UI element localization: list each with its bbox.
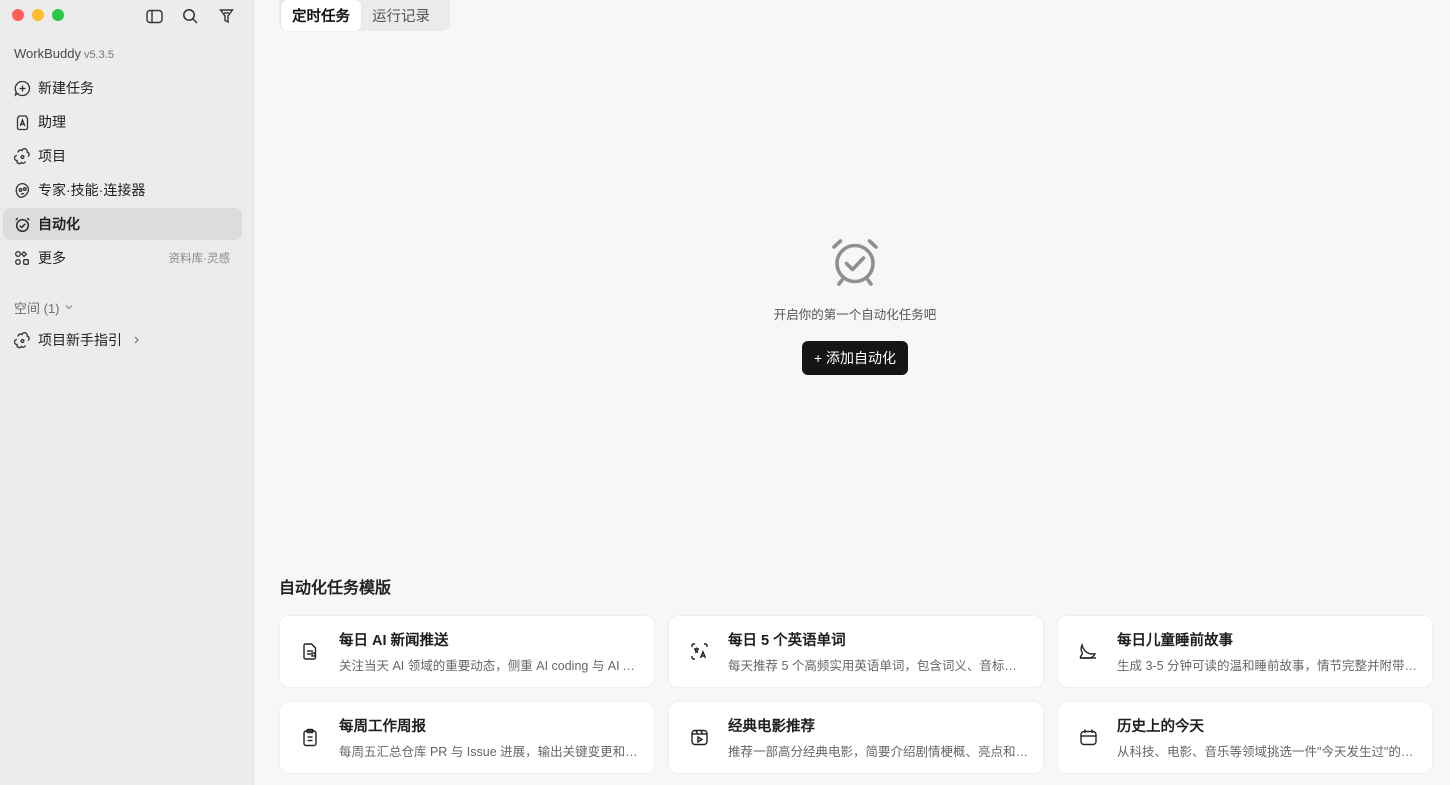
sidebar-item-experts[interactable]: 专家·技能·连接器 [3, 174, 242, 206]
template-card-desc: 每周五汇总仓库 PR 与 Issue 进展，输出关键变更和待办 [339, 745, 640, 759]
empty-state: 开启你的第一个自动化任务吧 + 添加自动化 [745, 236, 965, 375]
space-section-label: 空间 (1) [14, 301, 60, 316]
sidebar-toolbar [144, 6, 236, 26]
sidebar-nav: 新建任务 助理 项目 专家·技能·连接器 自动化 更多 资料库·灵感 [3, 72, 242, 276]
chevron-right-icon [132, 335, 141, 345]
assistant-icon [13, 113, 31, 131]
sidebar-item-automation[interactable]: 自动化 [3, 208, 242, 240]
tab-scheduled-tasks[interactable]: 定时任务 [281, 0, 361, 31]
template-card[interactable]: 每日儿童睡前故事 生成 3-5 分钟可读的温和睡前故事，情节完整并附带寓意 [1057, 615, 1433, 688]
sidebar-item-label: 助理 [38, 114, 66, 130]
space-item-label: 项目新手指引 [38, 332, 122, 348]
filter-icon[interactable] [216, 6, 236, 26]
template-card-desc: 生成 3-5 分钟可读的温和睡前故事，情节完整并附带寓意 [1117, 659, 1418, 673]
calendar-icon [1078, 728, 1098, 748]
sidebar-item-label: 新建任务 [38, 80, 94, 96]
sidebar-item-new-task[interactable]: 新建任务 [3, 72, 242, 104]
templates-grid: 每日 AI 新闻推送 关注当天 AI 领域的重要动态，侧重 AI coding … [279, 615, 1433, 774]
sidebar-item-assistant[interactable]: 助理 [3, 106, 242, 138]
sidebar-toggle-icon[interactable] [144, 6, 164, 26]
sidebar-item-project[interactable]: 项目 [3, 140, 242, 172]
search-icon[interactable] [180, 6, 200, 26]
news-icon [300, 642, 320, 662]
template-card-desc: 从科技、电影、音乐等领域挑选一件"今天发生过"的事件 [1117, 745, 1418, 759]
clipboard-icon [300, 728, 320, 748]
space-item-onboarding[interactable]: 项目新手指引 [3, 324, 242, 356]
template-card-desc: 推荐一部高分经典电影，简要介绍剧情梗概、亮点和观影理由 [728, 745, 1029, 759]
tab-bar: 定时任务 运行记录 [279, 0, 450, 31]
add-automation-button[interactable]: + 添加自动化 [801, 341, 909, 375]
template-card-title: 每日儿童睡前故事 [1117, 633, 1233, 649]
close-window-button[interactable] [12, 9, 24, 21]
alarm-clock-icon [13, 215, 31, 233]
template-card[interactable]: 历史上的今天 从科技、电影、音乐等领域挑选一件"今天发生过"的事件 [1057, 701, 1433, 774]
template-card-title: 每日 5 个英语单词 [728, 633, 846, 649]
sidebar-item-label: 项目 [38, 148, 66, 164]
grid-icon [13, 249, 31, 267]
alarm-clock-icon [829, 236, 881, 288]
space-section-header[interactable]: 空间 (1) [14, 298, 74, 317]
project-icon [13, 147, 31, 165]
templates-title: 自动化任务模版 [279, 580, 392, 597]
template-card[interactable]: 每周工作周报 每周五汇总仓库 PR 与 Issue 进展，输出关键变更和待办 [279, 701, 655, 774]
tab-run-history[interactable]: 运行记录 [361, 0, 441, 31]
plus-chat-icon [13, 79, 31, 97]
window-controls [12, 9, 64, 21]
app-name: WorkBuddy [14, 46, 81, 61]
zoom-window-button[interactable] [52, 9, 64, 21]
minimize-window-button[interactable] [32, 9, 44, 21]
sidebar-item-label: 自动化 [38, 216, 80, 232]
film-icon [689, 728, 709, 748]
sidebar-item-hint: 资料库·灵感 [168, 253, 230, 265]
app-brand: WorkBuddy v5.3.5 [14, 46, 114, 61]
moon-icon [1078, 642, 1098, 662]
sidebar: WorkBuddy v5.3.5 新建任务 助理 项目 专家·技能·连接器 自动… [0, 0, 254, 785]
template-card[interactable]: 经典电影推荐 推荐一部高分经典电影，简要介绍剧情梗概、亮点和观影理由 [668, 701, 1044, 774]
sidebar-item-more[interactable]: 更多 资料库·灵感 [3, 242, 242, 274]
template-card-title: 经典电影推荐 [728, 719, 815, 735]
sidebar-item-label: 专家·技能·连接器 [38, 182, 146, 198]
template-card[interactable]: 每日 AI 新闻推送 关注当天 AI 领域的重要动态，侧重 AI coding … [279, 615, 655, 688]
template-card-title: 每周工作周报 [339, 719, 426, 735]
project-icon [13, 331, 31, 349]
chevron-down-icon [64, 300, 74, 315]
sidebar-item-label: 更多 [38, 250, 66, 266]
empty-state-text: 开启你的第一个自动化任务吧 [773, 308, 937, 322]
template-card-title: 历史上的今天 [1117, 719, 1204, 735]
template-card[interactable]: 每日 5 个英语单词 每天推荐 5 个高频实用英语单词，包含词义、音标和例句 [668, 615, 1044, 688]
app-version: v5.3.5 [83, 49, 114, 61]
template-card-desc: 关注当天 AI 领域的重要动态，侧重 AI coding 与 AI Agent … [339, 659, 640, 673]
translate-icon [689, 642, 709, 662]
expert-icon [13, 181, 31, 199]
template-card-desc: 每天推荐 5 个高频实用英语单词，包含词义、音标和例句 [728, 659, 1029, 673]
template-card-title: 每日 AI 新闻推送 [339, 633, 449, 649]
